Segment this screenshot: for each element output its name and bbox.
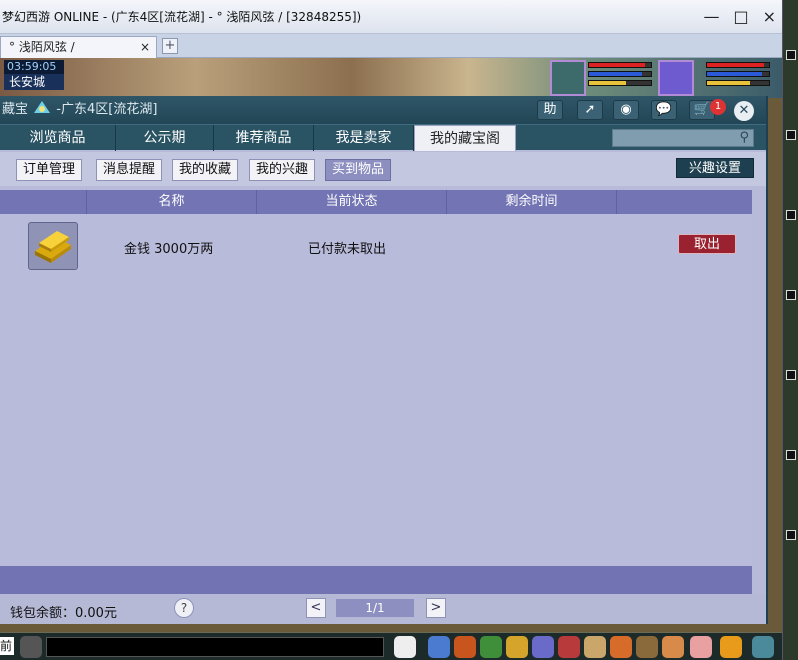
footer-band (0, 566, 752, 594)
maximize-button[interactable]: □ (733, 0, 748, 34)
dialog-header: 藏宝 -广东4区[流花湖] 助 ➚ ◉ 💬 🛒 1 ✕ (0, 96, 766, 124)
side-checkbox[interactable] (786, 450, 796, 460)
side-checkbox[interactable] (786, 290, 796, 300)
bag-icon[interactable] (454, 636, 476, 658)
order-management-button[interactable]: 订单管理 (16, 159, 83, 181)
my-interests-button[interactable]: 我的兴趣 (249, 159, 316, 181)
tab-my-cangbaoge[interactable]: 我的藏宝阁 (414, 125, 516, 151)
cangbaoge-logo-icon (32, 99, 52, 117)
column-action (616, 190, 752, 214)
dialog-close-button[interactable]: ✕ (734, 101, 754, 121)
side-checkbox[interactable] (786, 50, 796, 60)
gold-ingot-icon[interactable] (28, 222, 78, 270)
help-assistant-button[interactable]: 助 (537, 100, 563, 120)
take-out-button[interactable]: 取出 (678, 234, 736, 254)
my-favorites-button[interactable]: 我的收藏 (172, 159, 239, 181)
main-nav: 浏览商品 公示期 推荐商品 我是卖家 我的藏宝阁 ⚲ (0, 124, 766, 151)
right-side-strip (782, 0, 798, 660)
dialog-title-server: -广东4区[流花湖] (56, 102, 158, 117)
gift-icon[interactable] (558, 636, 580, 658)
game-hud: 前 (0, 632, 782, 660)
tab-seller[interactable]: 我是卖家 (314, 125, 414, 151)
prev-page-button[interactable]: < (306, 598, 326, 618)
search-input[interactable]: ⚲ (612, 129, 754, 147)
peach-icon[interactable] (690, 636, 712, 658)
hud-label: 前 (0, 637, 14, 655)
side-checkbox[interactable] (786, 130, 796, 140)
record-button[interactable]: ◉ (613, 100, 639, 120)
page-indicator: 1/1 (336, 599, 414, 617)
browser-tabbar: ° 浅陌风弦 / × + (0, 34, 782, 58)
skill-icon[interactable] (480, 636, 502, 658)
pet-status-bars (588, 62, 652, 89)
side-checkbox[interactable] (786, 370, 796, 380)
player-portrait-icon[interactable] (658, 60, 694, 96)
item-name: 金钱 3000万两 (124, 242, 214, 257)
browser-tab-label: ° 浅陌风弦 / (9, 40, 75, 54)
shell-icon[interactable] (662, 636, 684, 658)
message-button[interactable]: 💬 (651, 100, 677, 120)
search-icon[interactable]: ⚲ (739, 130, 749, 146)
pet-avatar-icon[interactable] (394, 636, 416, 658)
chat-input[interactable] (46, 637, 384, 657)
window-title: 梦幻西游 ONLINE - (广东4区[流花湖] - ° 浅陌风弦 / [328… (2, 10, 362, 24)
browser-tab[interactable]: ° 浅陌风弦 / × (0, 36, 157, 58)
side-checkbox[interactable] (786, 210, 796, 220)
share-button[interactable]: ➚ (577, 100, 603, 120)
cangbaoge-dialog: 藏宝 -广东4区[流花湖] 助 ➚ ◉ 💬 🛒 1 ✕ 浏览商品 公示期 推荐商… (0, 96, 768, 624)
help-icon[interactable]: ? (174, 598, 194, 618)
message-reminder-button[interactable]: 消息提醒 (96, 159, 163, 181)
table-body: 金钱 3000万两 已付款未取出 取出 (0, 214, 752, 564)
window-titlebar: 梦幻西游 ONLINE - (广东4区[流花湖] - ° 浅陌风弦 / [328… (0, 0, 782, 34)
emoji-icon[interactable] (720, 636, 742, 658)
next-page-button[interactable]: > (426, 598, 446, 618)
trumpet-icon[interactable] (636, 636, 658, 658)
cart-count-badge: 1 (710, 99, 726, 115)
side-checkbox[interactable] (786, 530, 796, 540)
system-icon[interactable] (752, 636, 774, 658)
game-clock: 03:59:05 (4, 60, 64, 74)
column-status: 当前状态 (256, 190, 446, 214)
table-header: 名称 当前状态 剩余时间 (0, 190, 752, 214)
item-status: 已付款未取出 (308, 242, 387, 257)
sword-icon[interactable] (428, 636, 450, 658)
window-controls: — □ × (703, 0, 776, 34)
current-city: 长安城 (4, 74, 64, 90)
scroll-icon[interactable] (584, 636, 606, 658)
purchased-items-button[interactable]: 买到物品 (325, 159, 392, 181)
tab-browse[interactable]: 浏览商品 (0, 125, 116, 151)
column-name: 名称 (86, 190, 256, 214)
tab-recommended[interactable]: 推荐商品 (214, 125, 314, 151)
column-remaining-time: 剩余时间 (446, 190, 616, 214)
microphone-icon[interactable] (20, 636, 42, 658)
lantern-icon[interactable] (610, 636, 632, 658)
minimize-button[interactable]: — (703, 0, 719, 34)
team-icon[interactable] (532, 636, 554, 658)
browser-tab-close-icon[interactable]: × (140, 37, 150, 57)
dialog-footer: 钱包余额：0.00元 ? < 1/1 > (0, 594, 766, 624)
player-status-bars (706, 62, 770, 89)
wallet-balance: 钱包余额：0.00元 (10, 606, 117, 621)
sub-tabs: 订单管理 消息提醒 我的收藏 我的兴趣 买到物品 兴趣设置 (0, 152, 766, 186)
interest-settings-button[interactable]: 兴趣设置 (676, 158, 754, 178)
new-tab-button[interactable]: + (162, 38, 178, 54)
window-close-button[interactable]: × (763, 0, 776, 34)
pet-portrait-icon[interactable] (550, 60, 586, 96)
dialog-title-prefix: 藏宝 (2, 102, 29, 117)
task-icon[interactable] (506, 636, 528, 658)
tab-publicity[interactable]: 公示期 (116, 125, 214, 151)
